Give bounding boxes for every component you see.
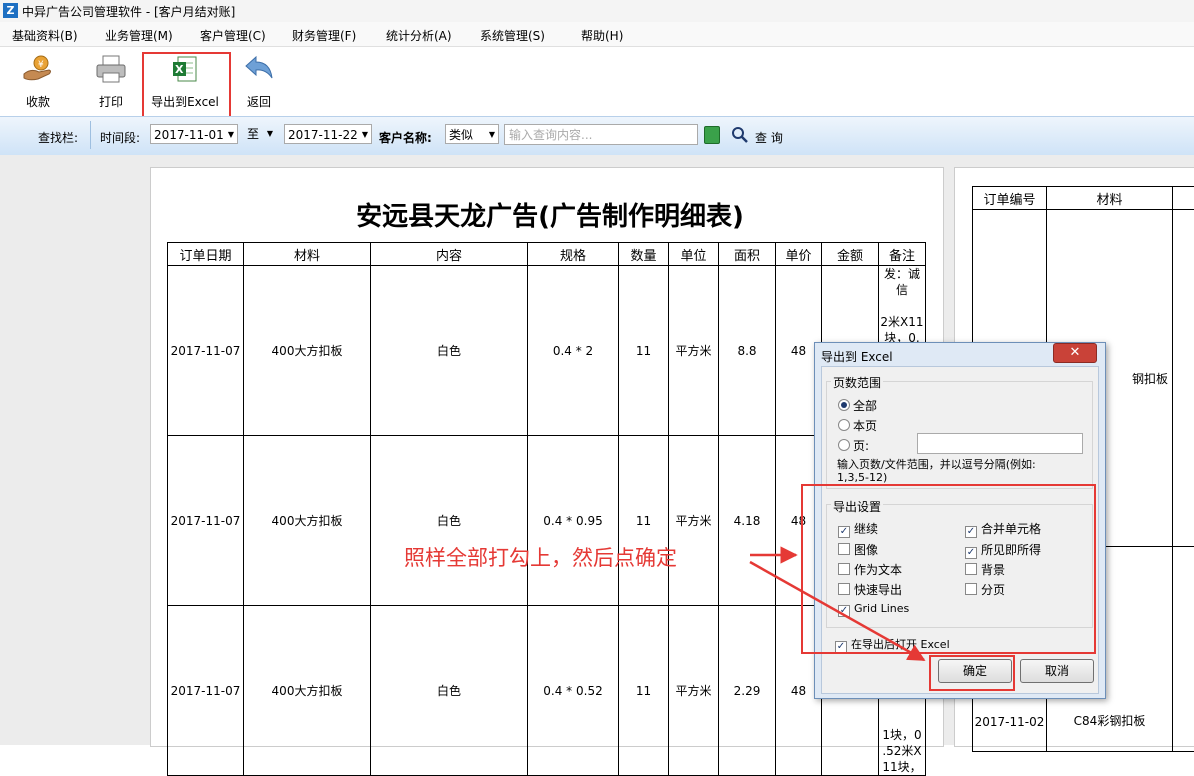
app-logo-icon: Z: [3, 3, 18, 18]
back-button[interactable]: 返回: [238, 52, 280, 110]
annotation-arrows: [748, 540, 948, 670]
back-label: 返回: [238, 93, 280, 110]
menu-customer[interactable]: 客户管理(C): [200, 27, 266, 44]
customer-label: 客户名称:: [379, 129, 432, 146]
page-range-input[interactable]: [917, 433, 1083, 454]
menu-system[interactable]: 系统管理(S): [480, 27, 545, 44]
cell-unit: 平方米: [669, 436, 719, 606]
radio-icon: [838, 439, 850, 451]
col-header-material: 材料: [244, 243, 371, 266]
col-header-remark: 备注: [879, 243, 926, 266]
menu-basic-data[interactable]: 基础资料(B): [12, 27, 78, 44]
cell-material: 400大方扣板: [244, 266, 371, 436]
col-header-unit: 单位: [669, 243, 719, 266]
cell-qty: 11: [619, 436, 669, 606]
table-header-row: 订单编号 材料: [973, 187, 1194, 210]
start-date-select[interactable]: 2017-11-01 ▼: [150, 124, 238, 144]
search-icon[interactable]: [731, 126, 749, 144]
radio-selected-icon: [838, 399, 850, 411]
search-bar-label: 查找栏:: [38, 129, 78, 146]
chevron-down-icon: ▼: [489, 125, 495, 145]
end-date-select[interactable]: 2017-11-22 ▼: [284, 124, 372, 144]
query-button[interactable]: 查 询: [755, 129, 783, 146]
radio-current-label: 本页: [853, 419, 877, 433]
cell-qty: 11: [619, 266, 669, 436]
cell-material: 400大方扣板: [244, 436, 371, 606]
report-title: 安远县天龙广告(广告制作明细表): [300, 196, 800, 233]
col-header-order-no: 订单编号: [973, 187, 1047, 210]
col-header-amount: 金额: [822, 243, 879, 266]
radio-current-page[interactable]: 本页: [838, 417, 877, 434]
cell-content: 白色: [371, 266, 528, 436]
cell-date: 2017-11-07: [168, 266, 244, 436]
match-type-select[interactable]: 类似 ▼: [445, 124, 499, 144]
cancel-button[interactable]: 取消: [1020, 659, 1094, 683]
period-label: 时间段:: [100, 129, 140, 146]
end-date-value: 2017-11-22: [288, 128, 358, 142]
printer-icon: [94, 54, 128, 84]
radio-pages-label: 页:: [853, 439, 869, 453]
radio-all-label: 全部: [853, 399, 877, 413]
page-range-hint: 输入页数/文件范围，并以逗号分隔(例如: 1,3,5-12): [837, 458, 1036, 484]
cell-unit: 平方米: [669, 266, 719, 436]
radio-all[interactable]: 全部: [838, 397, 877, 414]
menu-help[interactable]: 帮助(H): [581, 27, 623, 44]
match-type-value: 类似: [449, 128, 473, 142]
money-hand-icon: ¥: [21, 54, 55, 84]
col-header-qty: 数量: [619, 243, 669, 266]
collect-button[interactable]: ¥ 收款: [16, 52, 60, 110]
excel-small-icon[interactable]: [704, 126, 720, 144]
col-header-area: 面积: [719, 243, 776, 266]
start-date-value: 2017-11-01: [154, 128, 224, 142]
dialog-title: 导出到 Excel: [821, 348, 893, 365]
to-label: 至: [247, 127, 259, 141]
cell-spec: 0.4 * 0.52: [528, 606, 619, 776]
cell-date: 2017-11-07: [168, 606, 244, 776]
print-button[interactable]: 打印: [90, 52, 132, 110]
arrow-to-ok-icon: [750, 562, 924, 660]
col-header-extra: [1173, 187, 1194, 210]
annotation-text: 照样全部打勾上，然后点确定: [404, 542, 677, 572]
cell-extra: [1173, 210, 1194, 547]
chevron-down-icon: ▼: [228, 125, 234, 145]
col-header-content: 内容: [371, 243, 528, 266]
col-header-material-2: 材料: [1047, 187, 1173, 210]
svg-text:¥: ¥: [38, 60, 44, 70]
close-icon[interactable]: ✕: [1053, 343, 1097, 363]
page-range-title: 页数范围: [831, 374, 883, 391]
menu-business[interactable]: 业务管理(M): [105, 27, 173, 44]
table-header-row: 订单日期 材料 内容 规格 数量 单位 面积 单价 金额 备注: [168, 243, 926, 266]
chevron-down-icon: ▼: [267, 124, 273, 144]
menu-statistics[interactable]: 统计分析(A): [386, 27, 452, 44]
search-divider: [90, 121, 91, 149]
print-label: 打印: [90, 93, 132, 110]
chevron-down-icon: ▼: [362, 125, 368, 145]
radio-icon: [838, 419, 850, 431]
collect-label: 收款: [16, 93, 60, 110]
col-header-price: 单价: [776, 243, 822, 266]
cell-area: 8.8: [719, 266, 776, 436]
cell-date: 2017-11-07: [168, 436, 244, 606]
to-select[interactable]: 至▼: [244, 124, 276, 144]
search-input[interactable]: 输入查询内容...: [504, 124, 698, 145]
cell-qty: 11: [619, 606, 669, 776]
cell-extra: [1173, 547, 1194, 752]
cell-content: 白色: [371, 606, 528, 776]
cell-spec: 0.4 * 0.95: [528, 436, 619, 606]
cell-unit: 平方米: [669, 606, 719, 776]
menu-finance[interactable]: 财务管理(F): [292, 27, 356, 44]
radio-pages[interactable]: 页:: [838, 437, 869, 454]
window-title: 中异广告公司管理软件 - [客户月结对账]: [22, 3, 235, 20]
cell-content: 白色: [371, 436, 528, 606]
col-header-spec: 规格: [528, 243, 619, 266]
cell-material: 400大方扣板: [244, 606, 371, 776]
table-row: 2017-11-07 400大方扣板 白色 0.4 * 2 11 平方米 8.8…: [168, 266, 926, 436]
cell-spec: 0.4 * 2: [528, 266, 619, 436]
col-header-date: 订单日期: [168, 243, 244, 266]
back-arrow-icon: [242, 54, 276, 84]
